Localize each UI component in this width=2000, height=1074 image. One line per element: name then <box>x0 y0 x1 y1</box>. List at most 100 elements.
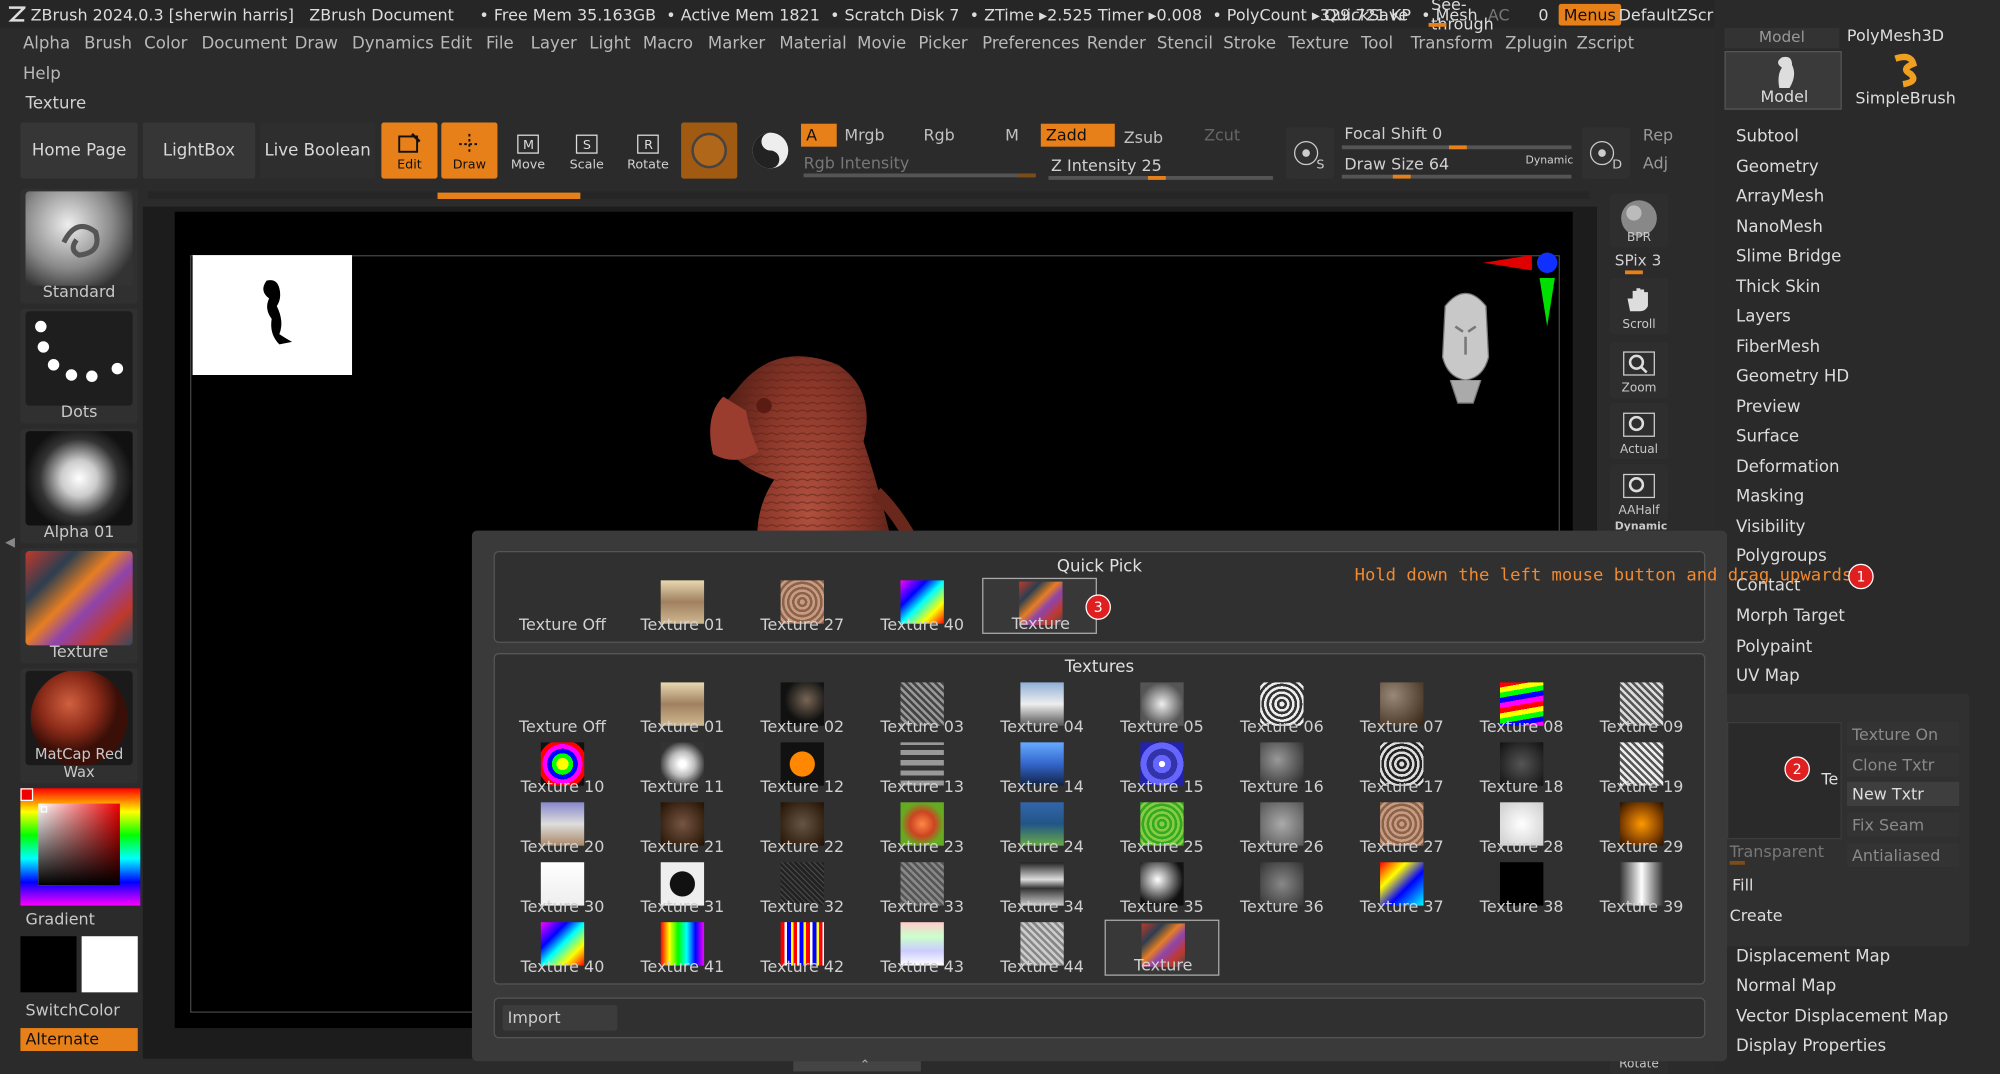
texture-cell-texture-01[interactable]: Texture 01 <box>625 680 740 736</box>
color-picker[interactable] <box>20 788 141 906</box>
texture-cell-texture-34[interactable]: Texture 34 <box>985 860 1100 916</box>
zoom-button[interactable]: Zoom <box>1609 341 1669 398</box>
tray-item-displacement-map[interactable]: Displacement Map <box>1736 948 1890 967</box>
zadd-toggle[interactable]: Zadd <box>1040 123 1115 147</box>
texture-selector[interactable]: Texture <box>20 548 138 664</box>
menu-preferences[interactable]: Preferences <box>982 34 1080 53</box>
quicksave-button[interactable]: QuickSave <box>1324 0 1408 28</box>
move-button[interactable]: M Move <box>500 122 556 178</box>
m-toggle[interactable]: M <box>1005 125 1019 144</box>
menu-transform[interactable]: Transform <box>1411 34 1493 53</box>
menu-render[interactable]: Render <box>1087 34 1146 53</box>
texture-cell-texture-24[interactable]: Texture 24 <box>985 800 1100 856</box>
actual-button[interactable]: Actual <box>1609 403 1669 460</box>
left-dock-arrow-icon[interactable]: ◀ <box>5 536 15 564</box>
polymesh3d-label[interactable]: PolyMesh3D <box>1847 26 1944 45</box>
texture-cell-texture-off[interactable]: Texture Off <box>505 578 620 634</box>
texture-cell-texture-15[interactable]: Texture 15 <box>1105 740 1220 796</box>
scale-button[interactable]: S Scale <box>559 122 615 178</box>
menu-stencil[interactable]: Stencil <box>1157 34 1213 53</box>
texture-cell-texture-03[interactable]: Texture 03 <box>865 680 980 736</box>
rgb-intensity-slider[interactable]: Rgb Intensity <box>804 153 910 172</box>
tray-item-deformation[interactable]: Deformation <box>1736 458 1840 477</box>
texture-cell-texture-08[interactable]: Texture 08 <box>1464 680 1579 736</box>
tray-item-slime-bridge[interactable]: Slime Bridge <box>1736 247 1841 266</box>
menu-texture[interactable]: Texture <box>1288 34 1349 53</box>
texture-cell-texture-18[interactable]: Texture 18 <box>1464 740 1579 796</box>
texture-cell-texture-14[interactable]: Texture 14 <box>985 740 1100 796</box>
texture-cell-texture-07[interactable]: Texture 07 <box>1344 680 1459 736</box>
fill-button[interactable]: Fill <box>1732 875 1753 894</box>
texture-cell-texture-35[interactable]: Texture 35 <box>1105 860 1220 916</box>
texture-cell-texture-37[interactable]: Texture 37 <box>1344 860 1459 916</box>
texture-cell-texture-39[interactable]: Texture 39 <box>1584 860 1699 916</box>
timeline-track[interactable] <box>147 191 1590 199</box>
alpha-selector[interactable]: Alpha 01 <box>20 428 138 544</box>
tray-item-layers[interactable]: Layers <box>1736 307 1791 326</box>
texture-cell-texture-09[interactable]: Texture 09 <box>1584 680 1699 736</box>
tray-item-masking[interactable]: Masking <box>1736 487 1804 506</box>
tray-item-display-properties[interactable]: Display Properties <box>1736 1037 1886 1056</box>
simplebrush-tool[interactable]: SimpleBrush <box>1844 51 1966 110</box>
texture-cell-texture-off[interactable]: Texture Off <box>505 680 620 736</box>
texture-cell-texture-10[interactable]: Texture 10 <box>505 740 620 796</box>
tray-item-normal-map[interactable]: Normal Map <box>1736 977 1836 996</box>
gradient-label[interactable]: Gradient <box>26 909 95 928</box>
axis-gizmo[interactable] <box>1483 250 1562 332</box>
menu-file[interactable]: File <box>486 34 514 53</box>
texture-cell-texture-33[interactable]: Texture 33 <box>865 860 980 916</box>
tray-item-arraymesh[interactable]: ArrayMesh <box>1736 187 1824 206</box>
create-button[interactable]: Create <box>1730 906 1783 925</box>
menu-zplugin[interactable]: Zplugin <box>1505 34 1568 53</box>
menu-movie[interactable]: Movie <box>857 34 906 53</box>
texture-cell-texture-17[interactable]: Texture 17 <box>1344 740 1459 796</box>
menu-layer[interactable]: Layer <box>531 34 577 53</box>
aahalf-button[interactable]: AAHalf <box>1609 464 1669 521</box>
timeline-marker[interactable] <box>437 192 581 199</box>
tray-item-nanomesh[interactable]: NanoMesh <box>1736 218 1823 237</box>
home-page-button[interactable]: Home Page <box>20 122 138 179</box>
lightbox-button[interactable]: LightBox <box>142 122 256 179</box>
texture-cell-texture-28[interactable]: Texture 28 <box>1464 800 1579 856</box>
texture-cell-texture-40[interactable]: Texture 40 <box>505 920 620 976</box>
dynamic-toggle[interactable]: Dynamic <box>1525 154 1573 167</box>
lazy-mouse-d-button[interactable]: D <box>1581 127 1631 179</box>
texture-cell-texture-36[interactable]: Texture 36 <box>1224 860 1339 916</box>
tray-item-thick-skin[interactable]: Thick Skin <box>1736 278 1820 297</box>
lazy-mouse-s-button[interactable]: S <box>1285 127 1335 179</box>
menu-edit[interactable]: Edit <box>440 34 472 53</box>
texture-cell-texture-29[interactable]: Texture 29 <box>1584 800 1699 856</box>
texture-cell-texture-25[interactable]: Texture 25 <box>1105 800 1220 856</box>
texture-cell-texture-21[interactable]: Texture 21 <box>625 800 740 856</box>
texture-map-fix-seam-button[interactable]: Fix Seam <box>1846 812 1960 837</box>
texture-cell-texture-40[interactable]: Texture 40 <box>865 578 980 634</box>
tool-model-top[interactable]: Model <box>1724 28 1840 49</box>
scroll-button[interactable]: Scroll <box>1609 278 1669 335</box>
primary-color-swatch[interactable] <box>20 936 77 993</box>
texture-cell-texture-04[interactable]: Texture 04 <box>985 680 1100 736</box>
zsub-toggle[interactable]: Zsub <box>1124 128 1163 147</box>
texture-cell-texture-42[interactable]: Texture 42 <box>745 920 860 976</box>
texture-map-clone-txtr-button[interactable]: Clone Txtr <box>1846 752 1960 777</box>
tray-item-polygroups[interactable]: Polygroups <box>1736 547 1827 566</box>
color-sphere-button[interactable] <box>742 122 798 178</box>
navigator-thumbnail[interactable] <box>192 255 353 375</box>
texture-cell-texture-43[interactable]: Texture 43 <box>865 920 980 976</box>
menu-dynamics[interactable]: Dynamics <box>352 34 434 53</box>
tray-item-geometry-hd[interactable]: Geometry HD <box>1736 367 1849 386</box>
menu-zscript[interactable]: Zscript <box>1577 34 1635 53</box>
menus-toggle[interactable]: Menus <box>1558 0 1621 28</box>
texture-cell-texture-41[interactable]: Texture 41 <box>625 920 740 976</box>
texture-cell-texture-23[interactable]: Texture 23 <box>865 800 980 856</box>
menu-draw[interactable]: Draw <box>295 34 338 53</box>
texture-cell-texture-44[interactable]: Texture 44 <box>985 920 1100 976</box>
tray-item-vector-displacement-map[interactable]: Vector Displacement Map <box>1736 1008 1948 1027</box>
bottom-chevron-icon[interactable]: ⌃ <box>860 1059 871 1073</box>
material-sphere-button[interactable] <box>681 122 738 179</box>
menu-material[interactable]: Material <box>779 34 846 53</box>
bpr-button[interactable]: BPR <box>1609 193 1669 248</box>
focal-shift-slider[interactable]: Focal Shift 0 <box>1344 124 1442 143</box>
bottom-handle[interactable] <box>793 1061 921 1072</box>
tray-item-geometry[interactable]: Geometry <box>1736 158 1819 177</box>
see-through-slider[interactable]: See-through 0 <box>1426 0 1548 33</box>
